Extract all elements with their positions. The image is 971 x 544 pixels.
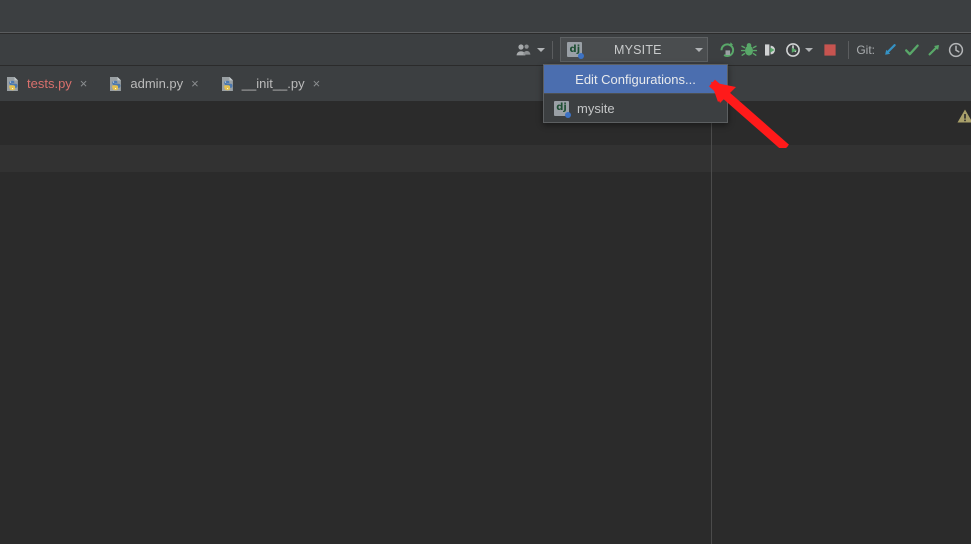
code-content: , Images) m/en/4.1/howto/static-files/ e… <box>0 101 971 544</box>
menu-item-edit-configurations[interactable]: Edit Configurations... <box>544 65 727 93</box>
toolbar-separator <box>848 40 850 59</box>
tab-label: __init__.py <box>241 76 305 91</box>
people-icon <box>513 39 535 61</box>
python-file-icon <box>6 76 21 92</box>
close-icon[interactable]: × <box>313 77 321 90</box>
pycharm-window: dj MYSITE Git: tests.py × admin.py × __i… <box>0 0 971 544</box>
tab-label: admin.py <box>130 76 184 91</box>
git-push-button[interactable] <box>923 39 945 61</box>
menu-item-label: mysite <box>577 100 615 116</box>
tab-init-py[interactable]: __init__.py × <box>215 66 328 101</box>
stop-button[interactable] <box>819 39 841 61</box>
chevron-down-icon <box>537 47 546 52</box>
run-configuration-selector[interactable]: dj MYSITE <box>560 37 709 62</box>
code-editor[interactable]: , Images) m/en/4.1/howto/static-files/ e… <box>0 101 971 544</box>
django-icon: dj <box>567 42 585 59</box>
close-icon[interactable]: × <box>191 77 199 90</box>
django-icon: dj <box>554 100 571 118</box>
git-history-button[interactable] <box>945 39 967 61</box>
git-label: Git: <box>856 42 875 57</box>
user-account-button[interactable] <box>513 37 546 63</box>
git-commit-button[interactable] <box>901 39 923 61</box>
tab-tests-py[interactable]: tests.py × <box>0 66 95 101</box>
toolbar-separator <box>552 40 554 59</box>
tab-admin-py[interactable]: admin.py × <box>103 66 206 101</box>
menu-bar-strip <box>0 0 971 33</box>
warning-triangle-icon[interactable] <box>957 109 971 123</box>
profile-button[interactable] <box>782 39 804 61</box>
editor-tab-bar: tests.py × admin.py × __init__.py × <box>0 66 971 101</box>
python-file-icon <box>109 76 124 92</box>
git-update-button[interactable] <box>879 39 901 61</box>
chevron-down-icon <box>695 47 704 52</box>
run-configuration-dropdown: Edit Configurations... dj mysite <box>543 64 728 123</box>
main-toolbar: dj MYSITE Git: <box>0 34 971 65</box>
menu-item-mysite[interactable]: dj mysite <box>544 94 727 122</box>
close-icon[interactable]: × <box>80 77 88 90</box>
python-file-icon <box>221 76 236 92</box>
run-configuration-label: MYSITE <box>613 42 662 57</box>
tab-label: tests.py <box>27 76 72 91</box>
debug-button[interactable] <box>738 39 760 61</box>
menu-item-label: Edit Configurations... <box>575 71 696 87</box>
chevron-down-icon[interactable] <box>805 47 814 52</box>
coverage-button[interactable] <box>760 39 782 61</box>
run-button[interactable] <box>716 39 738 61</box>
